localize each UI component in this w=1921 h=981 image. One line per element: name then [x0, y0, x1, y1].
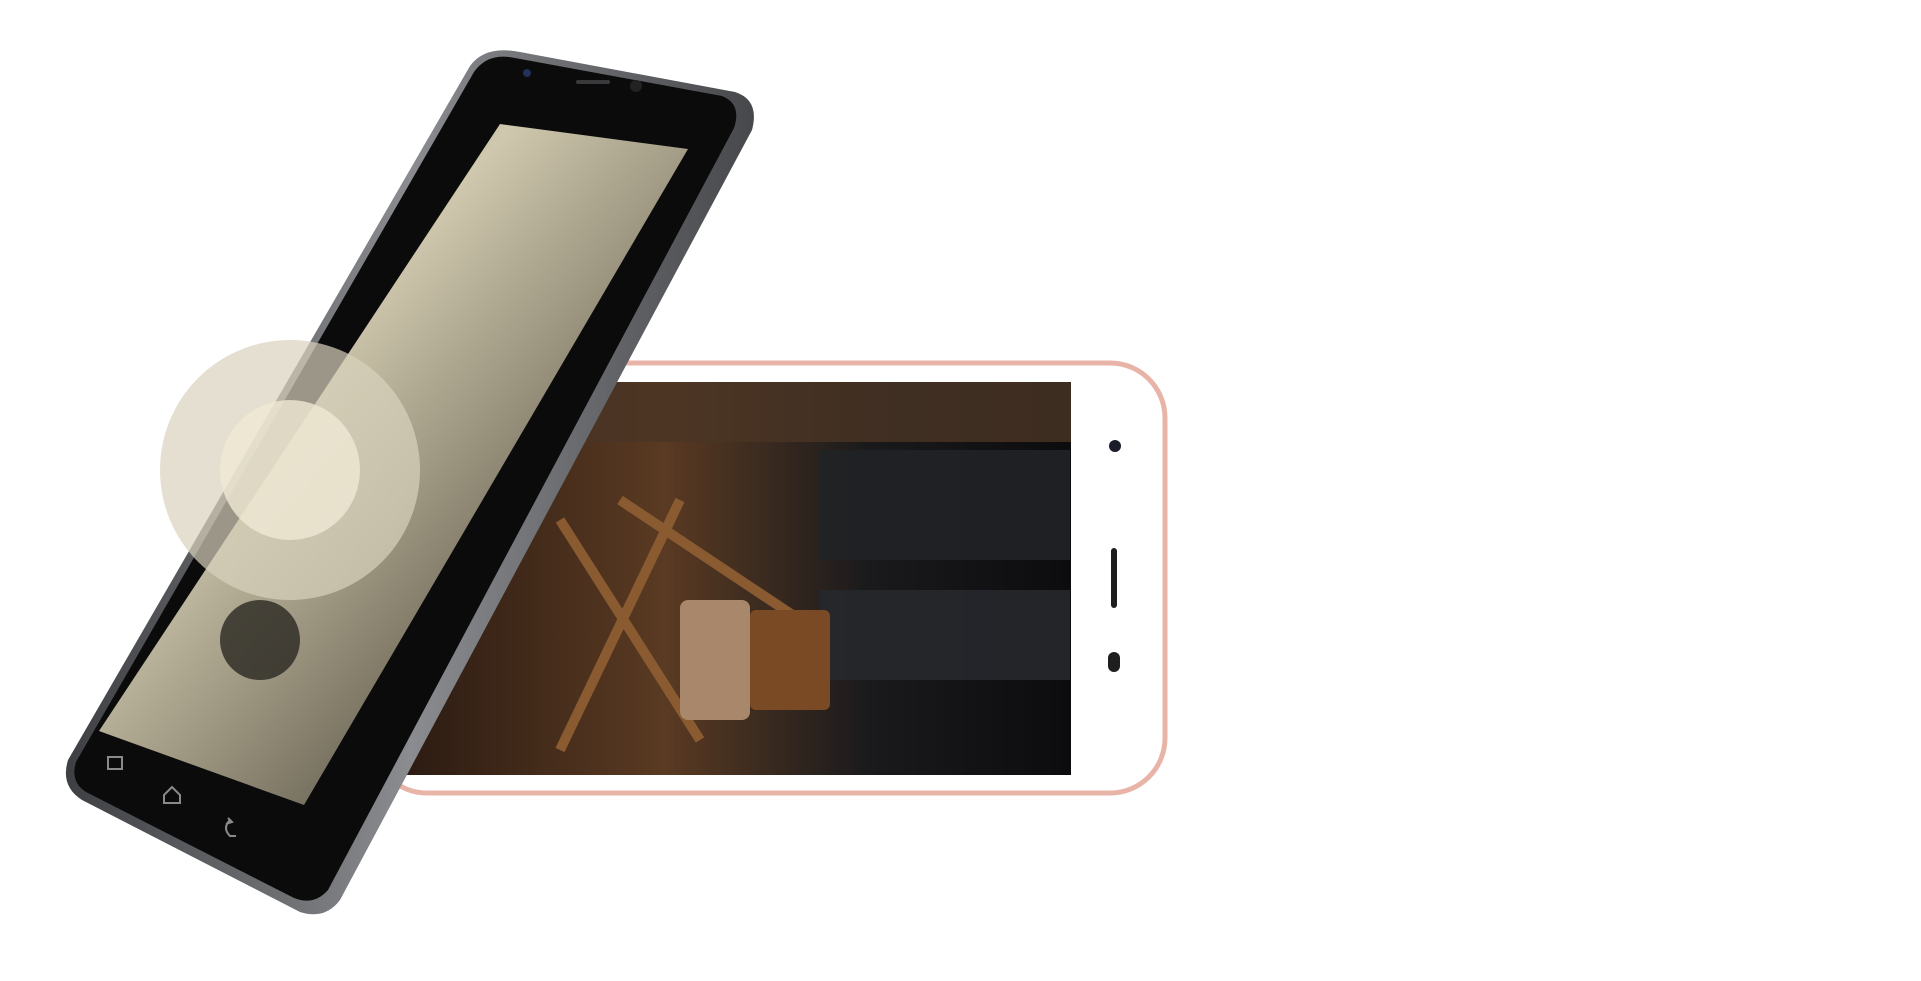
product-photo	[65, 50, 1168, 915]
front-camera-icon	[1109, 440, 1121, 452]
sensor-icon	[1108, 652, 1120, 672]
earpiece-icon	[1111, 548, 1117, 608]
front-camera-icon	[630, 80, 642, 92]
earpiece-icon	[576, 80, 610, 84]
sensor-icon	[523, 69, 531, 77]
